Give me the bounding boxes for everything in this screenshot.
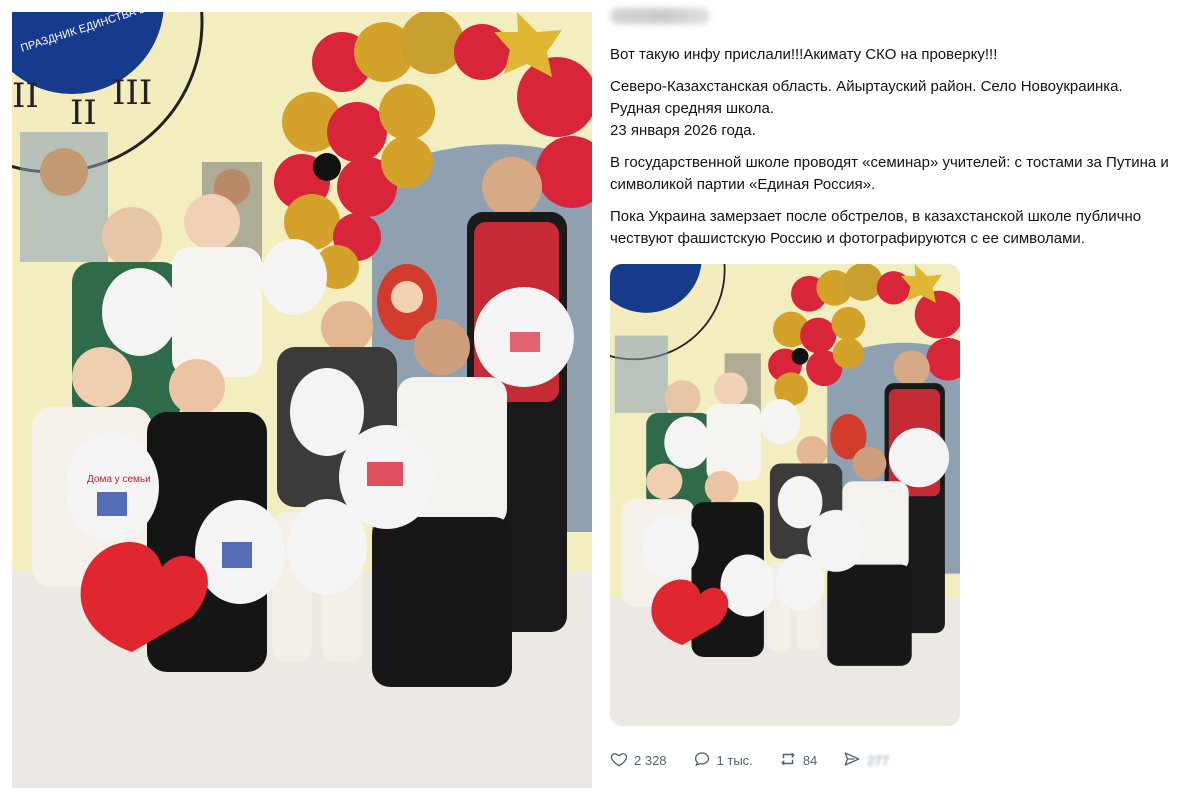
post-actions-bar: 2 328 1 тыс. 84 277	[610, 750, 915, 771]
like-count: 2 328	[634, 753, 667, 768]
post-line-1: Вот такую инфу прислали!!!Акимату СКО на…	[610, 46, 998, 63]
photo-scene: ПРАЗДНИК ЕДИНСТВА В КАЖДОЙ СЕМЬЕ II II I…	[12, 12, 592, 788]
social-post: Вот такую инфу прислали!!!Акимату СКО на…	[596, 0, 1200, 800]
heart-icon	[610, 750, 628, 771]
svg-text:II: II	[70, 93, 97, 133]
screenshot-stage: ПРАЗДНИК ЕДИНСТВА В КАЖДОЙ СЕМЬЕ II II I…	[0, 0, 1200, 800]
post-line-2: Северо-Казахстанская область. Айыртауски…	[610, 78, 1123, 95]
repost-icon	[779, 750, 797, 771]
reply-bubble-icon	[693, 750, 711, 771]
post-line-5: В государственной школе проводят «семина…	[610, 154, 1169, 193]
views-count: 277	[867, 753, 889, 768]
balloon-print-text: Дома у семьи	[87, 474, 151, 485]
like-button[interactable]: 2 328	[610, 750, 667, 771]
thumbnail-scene	[610, 264, 960, 726]
author-name-blurred	[610, 8, 710, 24]
reply-count: 1 тыс.	[716, 753, 753, 768]
post-line-3: Рудная средняя школа.	[610, 100, 775, 117]
repost-button[interactable]: 84	[779, 750, 817, 771]
svg-text:III: III	[112, 73, 152, 113]
post-line-4: 23 января 2026 года.	[610, 122, 756, 139]
post-text: Вот такую инфу прислали!!!Акимату СКО на…	[610, 44, 1190, 260]
repost-count: 84	[802, 753, 818, 768]
post-line-6: Пока Украина замерзает после обстрелов, …	[610, 208, 1142, 247]
views-button[interactable]: 277	[843, 750, 889, 771]
group-photo-thumbnail[interactable]	[610, 264, 960, 726]
reply-button[interactable]: 1 тыс.	[693, 750, 753, 771]
svg-text:II: II	[12, 76, 39, 116]
send-arrow-icon	[843, 750, 861, 771]
group-photo-large[interactable]: ПРАЗДНИК ЕДИНСТВА В КАЖДОЙ СЕМЬЕ II II I…	[12, 12, 592, 788]
